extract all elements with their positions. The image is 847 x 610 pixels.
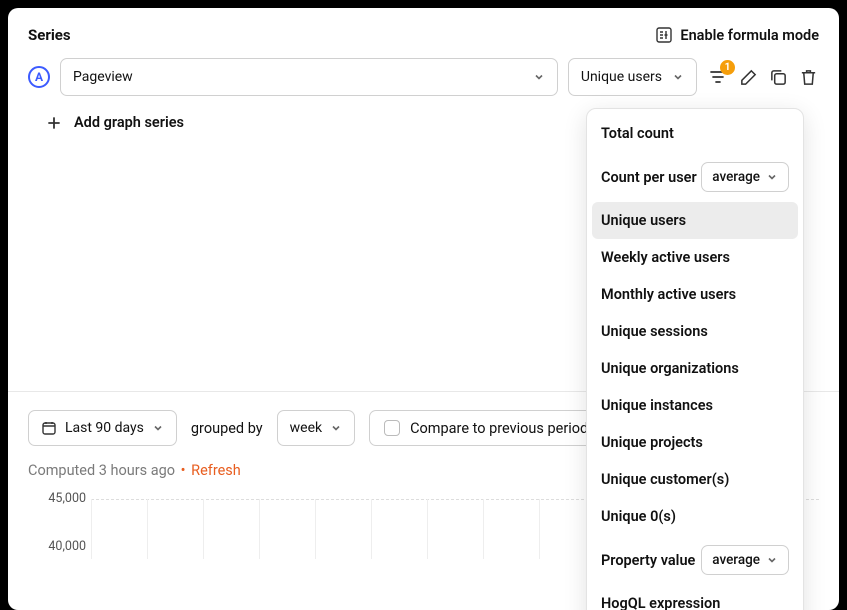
dropdown-item-label: Unique 0(s) [601,508,676,525]
metric-select[interactable]: Unique users [568,58,697,96]
dropdown-item-label: Property value [601,552,695,569]
dropdown-item-label: Unique sessions [601,323,708,340]
chevron-down-icon [672,71,684,83]
date-range-label: Last 90 days [65,420,144,436]
calendar-icon [41,420,57,436]
metric-dropdown: Total count Count per user average Unique u… [586,108,804,610]
event-label: Pageview [73,69,133,85]
formula-icon [656,27,672,43]
dropdown-item[interactable]: Unique sessions [587,313,803,350]
dropdown-item[interactable]: HogQL expression [587,585,803,610]
filter-button[interactable]: 1 [707,66,729,88]
chevron-down-icon [766,171,778,183]
dropdown-item[interactable]: Unique organizations [587,350,803,387]
dropdown-item-label: Unique organizations [601,360,739,377]
y-tick: 45,000 [48,491,86,506]
dropdown-item-label: Total count [601,125,674,142]
dropdown-item[interactable]: Unique projects [587,424,803,461]
edit-button[interactable] [737,66,759,88]
dropdown-item-label: Unique customer(s) [601,471,729,488]
chevron-down-icon [533,71,545,83]
chevron-down-icon [152,422,164,434]
formula-label: Enable formula mode [680,27,819,44]
dropdown-item[interactable]: Total count [587,115,803,152]
plus-icon [46,115,62,131]
chevron-down-icon [330,422,342,434]
dropdown-item[interactable]: Unique 0(s) [587,498,803,535]
dropdown-item-label: Unique projects [601,434,703,451]
filter-badge: 1 [720,60,735,75]
dropdown-item[interactable]: Unique users [592,202,798,239]
y-tick: 40,000 [48,539,86,554]
series-heading: Series [28,26,71,44]
enable-formula-button[interactable]: Enable formula mode [656,27,819,44]
computed-text: Computed 3 hours ago [28,462,175,479]
dropdown-item-label: Monthly active users [601,286,736,303]
dropdown-item-label: Unique users [601,212,686,229]
duplicate-button[interactable] [767,66,789,88]
compare-label: Compare to previous period [410,420,588,437]
compare-checkbox[interactable]: Compare to previous period [369,410,603,446]
date-range-select[interactable]: Last 90 days [28,410,177,446]
grouped-by-label: grouped by [191,420,263,437]
aggregate-label: average [712,169,760,185]
metric-label: Unique users [581,69,662,85]
dropdown-item-label: Weekly active users [601,249,730,266]
interval-select[interactable]: week [277,410,355,446]
dropdown-item[interactable]: Unique instances [587,387,803,424]
aggregate-select[interactable]: average [701,162,789,192]
add-series-label: Add graph series [74,114,184,131]
dropdown-item[interactable]: Monthly active users [587,276,803,313]
interval-label: week [290,420,322,436]
dropdown-item-label: Unique instances [601,397,713,414]
series-badge-a: A [28,66,50,88]
dropdown-item[interactable]: Count per user average [587,152,803,202]
aggregate-label: average [712,552,760,568]
checkbox-icon [384,420,400,436]
dropdown-item-label: HogQL expression [601,595,720,610]
dropdown-item-label: Count per user [601,169,697,186]
refresh-link[interactable]: Refresh [191,462,241,479]
aggregate-select[interactable]: average [701,545,789,575]
chevron-down-icon [766,554,778,566]
dropdown-item[interactable]: Weekly active users [587,239,803,276]
event-select[interactable]: Pageview [60,58,558,96]
delete-button[interactable] [797,66,819,88]
dropdown-item[interactable]: Unique customer(s) [587,461,803,498]
dropdown-item[interactable]: Property value average [587,535,803,585]
